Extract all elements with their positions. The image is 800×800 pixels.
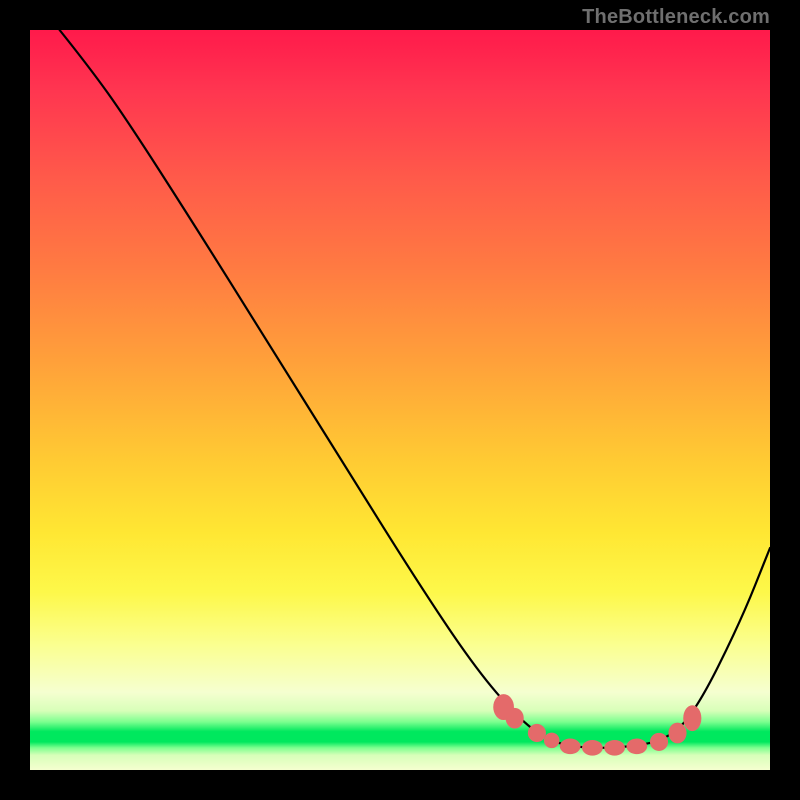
data-marker xyxy=(626,739,647,755)
data-marker xyxy=(506,708,524,729)
marker-group xyxy=(493,694,701,755)
data-marker xyxy=(683,705,701,731)
data-marker xyxy=(582,740,603,756)
data-marker xyxy=(650,733,668,751)
chart-svg xyxy=(30,30,770,770)
data-marker xyxy=(668,723,686,744)
data-marker xyxy=(604,740,625,756)
data-marker xyxy=(560,739,581,755)
chart-frame: TheBottleneck.com xyxy=(0,0,800,800)
attribution-label: TheBottleneck.com xyxy=(582,6,770,29)
data-marker xyxy=(528,724,546,742)
data-marker xyxy=(544,733,560,749)
bottleneck-curve xyxy=(60,30,770,748)
plot-area xyxy=(30,30,770,770)
